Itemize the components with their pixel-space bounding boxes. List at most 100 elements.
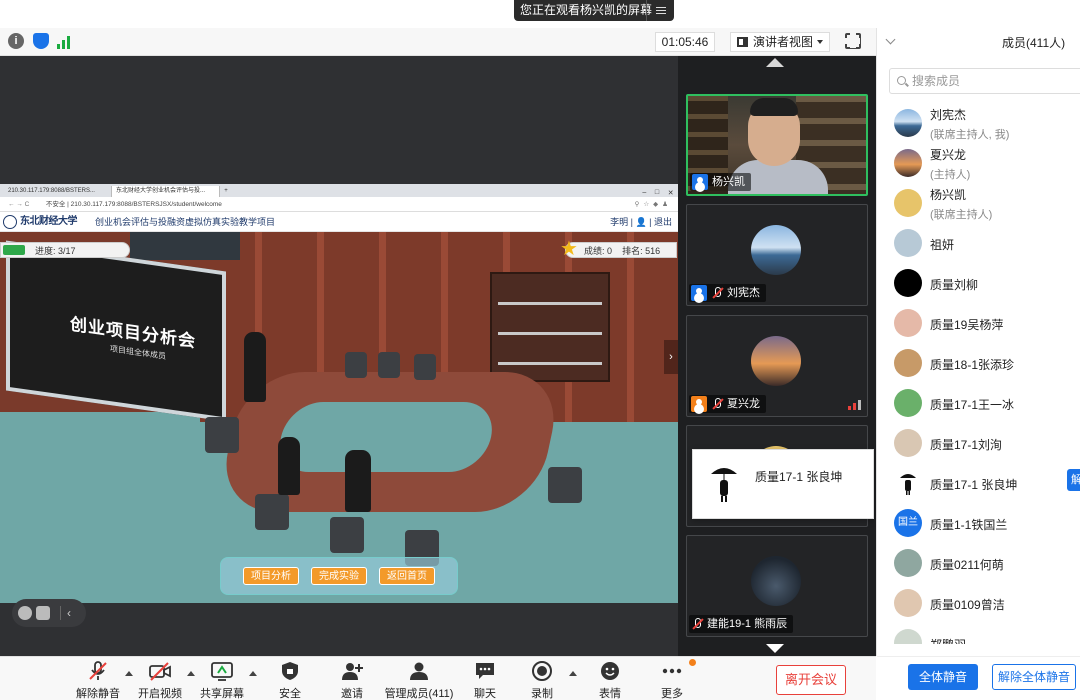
unmute-all-button[interactable]: 解除全体静音: [992, 664, 1076, 690]
progress-indicator: 进度: 3/17: [0, 242, 130, 258]
encryption-shield-icon[interactable]: [33, 33, 49, 49]
member-search-input[interactable]: 搜索成员: [889, 68, 1080, 94]
browser-tab-bar: 210.30.117.179:8088/BSTERS... 东北财经大学创业机会…: [0, 184, 678, 197]
emoji-button[interactable]: 表情: [580, 661, 640, 700]
browser-extension-icons: ⚲☆◆♟: [634, 201, 672, 208]
member-row[interactable]: 质量刘柳: [877, 264, 1080, 304]
member-row[interactable]: 质量19吴杨萍: [877, 304, 1080, 344]
meeting-window: 您正在观看杨兴凯的屏幕 i 01:05:46 演讲者视图 210.30.117.…: [0, 0, 1080, 700]
member-action-button[interactable]: 解: [1067, 469, 1080, 491]
member-row[interactable]: 质量18-1张添珍: [877, 344, 1080, 384]
member-row[interactable]: 质量0211何萌: [877, 544, 1080, 584]
emoji-reaction-icon[interactable]: [18, 606, 32, 620]
member-avatar: [894, 429, 922, 457]
member-row[interactable]: 质量17-1王一冰: [877, 384, 1080, 424]
cohost-badge-icon: [691, 285, 707, 301]
participant-name: 刘宪杰: [727, 287, 760, 299]
viewing-banner: 您正在观看杨兴凯的屏幕: [514, 0, 674, 21]
member-row[interactable]: 祖妍: [877, 224, 1080, 264]
info-icon[interactable]: i: [8, 33, 24, 49]
finish-experiment-button[interactable]: 完成实验: [311, 567, 367, 585]
chat-bubble-icon[interactable]: [36, 606, 50, 620]
participant-name-tag: 夏兴龙: [689, 395, 766, 413]
conference-table: [215, 372, 565, 512]
member-row[interactable]: 质量17-1 张良坤 解: [877, 464, 1080, 504]
banner-menu-icon[interactable]: [646, 0, 674, 21]
member-role: (联席主持人): [930, 209, 993, 221]
member-row[interactable]: 质量0109曾洁: [877, 584, 1080, 624]
start-video-button[interactable]: 开启视频: [130, 661, 190, 700]
manage-members-label: 管理成员(411): [384, 688, 454, 700]
more-button[interactable]: 更多: [642, 661, 702, 700]
member-avatar: [894, 549, 922, 577]
unmute-button[interactable]: 解除静音: [68, 661, 128, 700]
chevron-right-icon[interactable]: ›: [664, 340, 678, 374]
chair: [414, 354, 436, 380]
members-panel-title: 成员(411人): [1002, 36, 1066, 50]
ceiling-light: [130, 232, 240, 260]
invite-button[interactable]: 邀请: [322, 661, 382, 700]
member-row[interactable]: 郑鹏羽: [877, 624, 1080, 644]
leave-meeting-button[interactable]: 离开会议: [776, 665, 846, 695]
member-row[interactable]: 夏兴龙 (主持人): [877, 144, 1080, 184]
scene-action-bar: 项目分析 完成实验 返回首页: [220, 557, 458, 595]
shared-screen-stage: 210.30.117.179:8088/BSTERS... 东北财经大学创业机会…: [0, 56, 678, 656]
member-name: 质量1-1铁国兰: [930, 518, 1008, 532]
video-tile[interactable]: 建能19-1 熊雨辰: [686, 535, 868, 637]
member-row[interactable]: 刘宪杰 (联席主持人, 我): [877, 104, 1080, 144]
host-badge-icon: [691, 396, 707, 412]
share-screen-icon: [211, 662, 233, 681]
weak-signal-icon: [848, 400, 861, 410]
invite-label: 邀请: [341, 688, 363, 700]
record-options-caret-icon[interactable]: [569, 671, 577, 676]
fullscreen-icon[interactable]: [844, 32, 861, 49]
video-tile[interactable]: 夏兴龙: [686, 315, 868, 417]
site-user-links[interactable]: 李明 | 👤 | 退出: [610, 212, 672, 232]
collapse-chevron-icon[interactable]: [885, 34, 896, 45]
member-avatar: [894, 309, 922, 337]
participant-avatar: [751, 336, 801, 386]
score-value: 0: [607, 246, 613, 256]
scroll-down-icon[interactable]: [766, 644, 784, 653]
chevron-left-icon[interactable]: ‹: [60, 606, 71, 620]
browser-tab[interactable]: 210.30.117.179:8088/BSTERS...: [4, 186, 112, 197]
rank-value: 516: [645, 246, 661, 256]
member-name: 郑鹏羽: [930, 636, 966, 644]
mic-off-icon: [711, 287, 723, 299]
chat-button[interactable]: 聊天: [455, 661, 515, 700]
member-row[interactable]: 国兰 质量1-1铁国兰: [877, 504, 1080, 544]
umbrella-figure-avatar: [894, 469, 922, 497]
share-options-caret-icon[interactable]: [249, 671, 257, 676]
more-label: 更多: [661, 688, 683, 700]
floating-controls: ‹: [12, 599, 86, 627]
member-row[interactable]: 杨兴凯 (联席主持人): [877, 184, 1080, 224]
camera-off-icon: [149, 662, 171, 681]
member-avatar: [894, 229, 922, 257]
participant-name: 夏兴龙: [727, 398, 760, 410]
return-home-button[interactable]: 返回首页: [379, 567, 435, 585]
member-row[interactable]: 质量17-1刘洵: [877, 424, 1080, 464]
video-tile-active[interactable]: 杨兴凯: [686, 94, 868, 196]
browser-url: 210.30.117.179:8088/BSTERSJSX/student/we…: [70, 201, 222, 208]
viewing-banner-text: 您正在观看杨兴凯的屏幕: [520, 3, 653, 17]
new-tab-icon[interactable]: +: [220, 186, 232, 197]
speaker-view-icon: [737, 37, 748, 47]
emoji-label: 表情: [599, 688, 621, 700]
standing-person: [244, 332, 266, 402]
share-screen-button[interactable]: 共享屏幕: [192, 661, 252, 700]
project-analysis-button[interactable]: 项目分析: [243, 567, 299, 585]
network-signal-icon[interactable]: [57, 33, 73, 49]
mute-all-button[interactable]: 全体静音: [908, 664, 978, 690]
browser-address-bar[interactable]: ← → C 不安全 | 210.30.117.179:8088/BSTERSJS…: [0, 197, 678, 212]
security-button[interactable]: 安全: [260, 661, 320, 700]
record-button[interactable]: 录制: [512, 661, 572, 700]
member-name: 质量17-1王一冰: [930, 398, 1015, 412]
view-mode-select[interactable]: 演讲者视图: [730, 32, 830, 52]
member-name: 质量18-1张添珍: [930, 358, 1015, 372]
video-tile[interactable]: 刘宪杰: [686, 204, 868, 306]
browser-tab-active[interactable]: 东北财经大学创业机会评估与投...: [112, 186, 220, 197]
members-panel: 成员(411人) 搜索成员 刘宪杰 (联席主持人, 我) 夏兴龙 (主持人) 杨…: [876, 28, 1080, 700]
scroll-up-icon[interactable]: [766, 58, 784, 67]
member-name: 夏兴龙: [930, 148, 967, 162]
manage-members-button[interactable]: 管理成员(411): [384, 661, 454, 700]
